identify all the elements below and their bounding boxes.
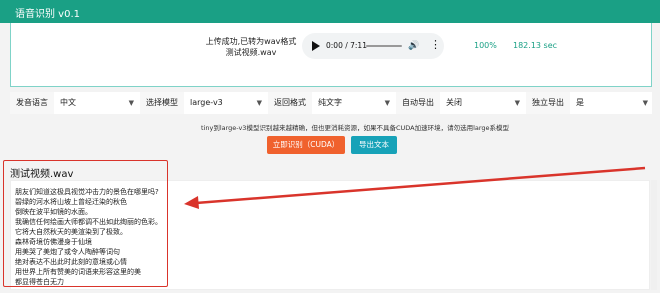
audio-player[interactable]: 0:00 / 7:11 🔊 ⋮ <box>302 33 444 59</box>
language-select[interactable]: 中文 ▼ <box>56 92 138 114</box>
app-header: 语音识别 v0.1 <box>0 0 660 23</box>
chevron-down-icon: ▼ <box>642 99 648 107</box>
model-select[interactable]: large-v3 ▼ <box>186 92 266 114</box>
chevron-down-icon: ▼ <box>128 99 134 107</box>
elapsed-time: 182.13 sec <box>513 41 558 50</box>
start-recognition-button[interactable]: 立即识别（CUDA） <box>267 136 345 154</box>
volume-icon[interactable]: 🔊 <box>408 41 419 51</box>
chevron-down-icon: ▼ <box>514 99 520 107</box>
format-select[interactable]: 纯文字 ▼ <box>314 92 394 114</box>
language-select-value: 中文 <box>60 98 76 107</box>
format-label: 返回格式 <box>268 92 312 114</box>
standalone-export-select[interactable]: 是 ▼ <box>572 92 652 114</box>
auto-export-select-value: 关闭 <box>446 98 462 107</box>
export-text-button[interactable]: 导出文本 <box>351 136 397 154</box>
audio-time: 0:00 / 7:11 <box>326 41 367 50</box>
format-select-value: 纯文字 <box>318 98 342 107</box>
upload-status-message: 上传成功,已转为wav格式 测试视频.wav <box>205 37 297 57</box>
chevron-down-icon: ▼ <box>256 99 262 107</box>
audio-seek-bar[interactable] <box>366 45 402 47</box>
more-options-icon[interactable]: ⋮ <box>430 38 441 51</box>
model-select-value: large-v3 <box>190 98 223 107</box>
chevron-down-icon: ▼ <box>384 99 390 107</box>
app-title: 语音识别 v0.1 <box>15 9 80 20</box>
model-label: 选择模型 <box>140 92 184 114</box>
model-hint: tiny到large-v3模型识别越来越精确，但也更消耗资源，如果不具备CUDA… <box>201 124 510 132</box>
annotation-highlight-box <box>3 160 168 287</box>
auto-export-select[interactable]: 关闭 ▼ <box>442 92 524 114</box>
standalone-export-select-value: 是 <box>576 98 584 107</box>
auto-export-label: 自动导出 <box>396 92 440 114</box>
language-label: 发音语言 <box>10 92 54 114</box>
textarea-scrollbar[interactable] <box>651 180 657 290</box>
standalone-export-label: 独立导出 <box>526 92 570 114</box>
progress-percent: 100% <box>474 41 497 50</box>
play-icon[interactable] <box>312 41 320 51</box>
